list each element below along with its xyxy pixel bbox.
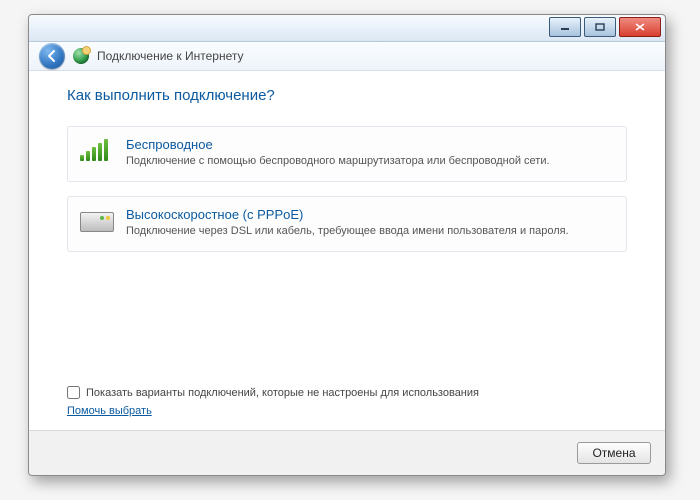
option-pppoe-title: Высокоскоростное (с PPPoE) xyxy=(126,207,614,222)
close-button[interactable] xyxy=(619,17,661,37)
back-arrow-icon xyxy=(45,49,59,63)
back-button[interactable] xyxy=(39,43,65,69)
show-all-label: Показать варианты подключений, которые н… xyxy=(86,387,479,399)
modem-icon xyxy=(80,209,114,235)
page-heading: Как выполнить подключение? xyxy=(67,87,627,104)
maximize-icon xyxy=(595,23,605,31)
wifi-icon xyxy=(80,139,114,165)
minimize-icon xyxy=(560,23,570,31)
nav-row: Подключение к Интернету xyxy=(29,42,665,71)
cancel-button[interactable]: Отмена xyxy=(577,442,651,464)
option-wireless[interactable]: Беспроводное Подключение с помощью беспр… xyxy=(67,126,627,182)
option-pppoe-desc: Подключение через DSL или кабель, требую… xyxy=(126,224,614,239)
help-choose-link[interactable]: Помочь выбрать xyxy=(67,405,152,417)
wizard-title: Подключение к Интернету xyxy=(97,49,244,63)
wizard-body: Как выполнить подключение? Беспроводное … xyxy=(29,69,665,431)
maximize-button[interactable] xyxy=(584,17,616,37)
option-wireless-title: Беспроводное xyxy=(126,137,614,152)
wizard-footer: Отмена xyxy=(29,430,665,475)
show-all-checkbox[interactable] xyxy=(67,386,80,399)
wizard-window: Подключение к Интернету Как выполнить по… xyxy=(28,14,666,476)
close-icon xyxy=(635,23,645,31)
option-pppoe[interactable]: Высокоскоростное (с PPPoE) Подключение ч… xyxy=(67,196,627,252)
minimize-button[interactable] xyxy=(549,17,581,37)
lower-controls: Показать варианты подключений, которые н… xyxy=(67,386,479,417)
show-all-row[interactable]: Показать варианты подключений, которые н… xyxy=(67,386,479,399)
internet-globe-icon xyxy=(73,48,89,64)
title-bar xyxy=(29,15,665,42)
option-wireless-desc: Подключение с помощью беспроводного марш… xyxy=(126,154,614,169)
